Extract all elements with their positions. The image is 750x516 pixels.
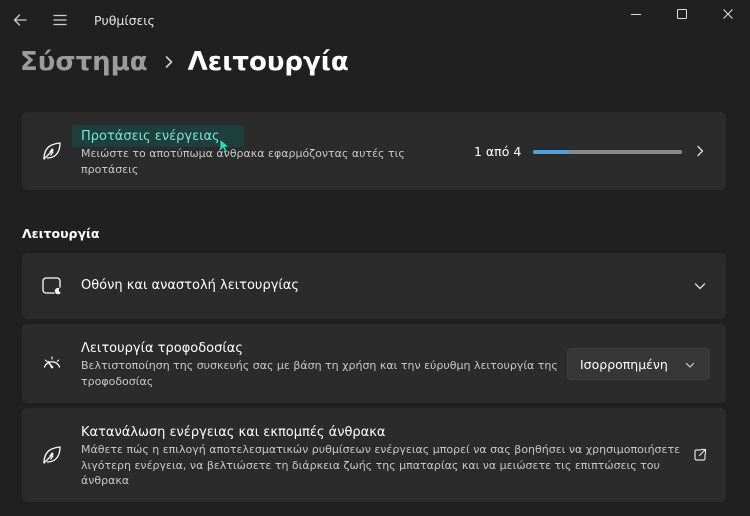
breadcrumb-parent[interactable]: Σύστημα	[20, 47, 148, 77]
card-title: Κατανάλωση ενέργειας και εκπομπές άνθρακ…	[81, 425, 386, 440]
card-title[interactable]: Προτάσεις ενέργειας	[81, 129, 220, 144]
section-header: Λειτουργία	[22, 226, 100, 241]
title-bar: Ρυθμίσεις	[0, 0, 750, 42]
power-mode-dropdown[interactable]: Ισορροπημένη	[567, 348, 710, 380]
chevron-right-icon	[692, 143, 708, 159]
card-description: Βελτιστοποίηση της συσκευής σας με βάση …	[81, 359, 558, 388]
chevron-down-icon	[683, 358, 697, 372]
external-link-icon[interactable]	[692, 447, 708, 463]
leaf-energy-icon	[40, 443, 64, 467]
dropdown-selected-value: Ισορροπημένη	[580, 357, 668, 372]
breadcrumb: Σύστημα Λειτουργία	[20, 42, 349, 82]
energy-consumption-card[interactable]: Κατανάλωση ενέργειας και εκπομπές άνθρακ…	[22, 408, 726, 502]
gauge-icon	[40, 351, 64, 375]
hamburger-menu-icon[interactable]	[48, 8, 72, 32]
app-title: Ρυθμίσεις	[94, 13, 155, 28]
screen-sleep-icon	[40, 274, 64, 298]
screen-sleep-card[interactable]: Οθόνη και αναστολή λειτουργίας	[22, 253, 726, 319]
card-title: Λειτουργία τροφοδοσίας	[81, 341, 243, 356]
chevron-down-icon[interactable]	[692, 278, 708, 294]
card-title: Οθόνη και αναστολή λειτουργίας	[81, 278, 299, 293]
maximize-button[interactable]	[662, 2, 702, 26]
card-description: Μειώστε το αποτύπωμα άνθρακα εφαρμόζοντα…	[81, 147, 405, 176]
card-description: Μάθετε πώς η επιλογή αποτελεσματικών ρυθ…	[81, 443, 681, 487]
chevron-right-icon	[164, 55, 174, 69]
back-arrow-icon[interactable]	[8, 8, 32, 32]
progress-text: 1 από 4	[474, 144, 522, 159]
close-button[interactable]	[708, 2, 748, 26]
progress-bar	[533, 150, 682, 154]
page-title: Λειτουργία	[187, 47, 349, 77]
leaf-energy-icon	[40, 139, 64, 163]
minimize-button[interactable]	[616, 2, 656, 26]
progress-bar-fill	[533, 150, 571, 154]
